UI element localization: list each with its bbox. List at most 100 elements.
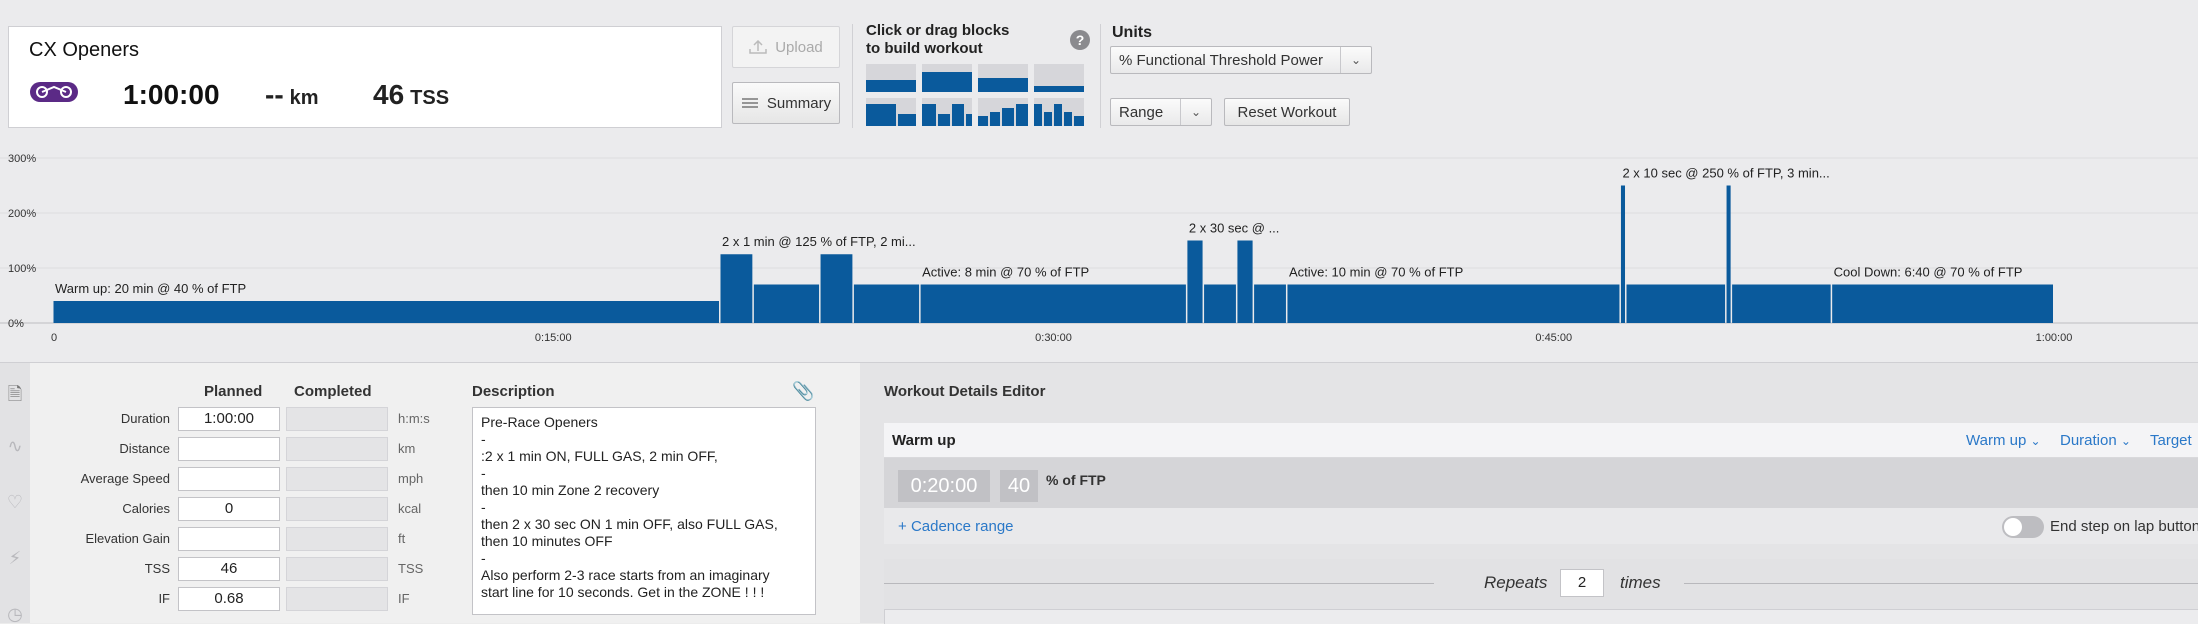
- y-tick-label: 0%: [8, 318, 24, 330]
- block-steady[interactable]: [866, 64, 916, 92]
- planned-field[interactable]: [178, 527, 280, 551]
- document-icon[interactable]: 🗎: [6, 385, 24, 403]
- workout-tss: 46 TSS: [373, 79, 449, 111]
- paperclip-icon[interactable]: 📎: [792, 381, 814, 402]
- graph-icon[interactable]: ∿: [6, 437, 24, 455]
- planned-field[interactable]: [178, 467, 280, 491]
- workout-segment-bar[interactable]: [820, 254, 853, 323]
- distance-unit: km: [289, 87, 319, 109]
- units-select-value: % Functional Threshold Power: [1119, 51, 1323, 69]
- help-icon[interactable]: ?: [1070, 30, 1090, 50]
- block-interval-5[interactable]: [1034, 98, 1084, 126]
- completed-field[interactable]: [286, 497, 388, 521]
- step-length-dropdown[interactable]: Duration ⌄: [2060, 432, 2131, 449]
- divider: [884, 583, 1434, 584]
- workout-segment-bar[interactable]: [1237, 240, 1253, 324]
- editor-title: Workout Details Editor: [884, 383, 1046, 400]
- cadence-range-link[interactable]: + Cadence range: [898, 518, 1014, 535]
- tss-unit: TSS: [410, 87, 450, 109]
- step-type-dropdown[interactable]: Warm up ⌄: [1966, 432, 2041, 449]
- block-rest[interactable]: [1034, 64, 1084, 92]
- completed-field[interactable]: [286, 407, 388, 431]
- divider: [1100, 24, 1101, 128]
- workout-segment-bar[interactable]: [1254, 284, 1286, 324]
- workout-distance: -- km: [265, 79, 319, 111]
- repeats-input[interactable]: 2: [1560, 569, 1604, 597]
- summary-button[interactable]: Summary: [732, 82, 840, 124]
- times-label: times: [1620, 573, 1661, 592]
- block-interval-3[interactable]: [922, 98, 972, 126]
- step-duration-input[interactable]: 0:20:00: [898, 470, 990, 502]
- chevron-down-icon: ⌄: [1180, 99, 1211, 125]
- completed-field[interactable]: [286, 437, 388, 461]
- y-tick-label: 200%: [8, 208, 36, 220]
- step-body: 0:20:00 40 % of FTP: [884, 458, 2198, 508]
- end-step-toggle[interactable]: [2002, 516, 2044, 538]
- planned-field[interactable]: 0.68: [178, 587, 280, 611]
- toggle-knob: [2004, 518, 2022, 536]
- description-header: Description: [472, 383, 555, 400]
- workout-details-editor: Workout Details Editor Warm up Warm up ⌄…: [860, 362, 2198, 624]
- blocks-title: Click or drag blocks to build workout: [866, 22, 1009, 58]
- workout-chart[interactable]: 0% 100% 200% 300% 0 0:15:00 0:30:00 0:45:00 1:00…: [0, 150, 2198, 350]
- summary-label: Summary: [766, 94, 832, 112]
- workout-segment-bar[interactable]: [720, 254, 753, 323]
- workout-segment-bar[interactable]: [1732, 284, 1831, 324]
- completed-field[interactable]: [286, 527, 388, 551]
- workout-segment-bar[interactable]: [1204, 284, 1236, 324]
- clock-icon[interactable]: ◷: [6, 605, 24, 623]
- workout-summary-card: CX Openers 1:00:00 -- km 46 TSS: [8, 26, 722, 128]
- description-line: -: [481, 550, 486, 566]
- range-select[interactable]: Range ⌄: [1110, 98, 1212, 126]
- completed-field[interactable]: [286, 557, 388, 581]
- row-label: Duration: [120, 411, 170, 426]
- workout-segment-bar[interactable]: [53, 301, 720, 323]
- y-tick-label: 300%: [8, 153, 36, 165]
- step-intensity-input[interactable]: 40: [1000, 470, 1038, 502]
- upload-button[interactable]: Upload: [732, 26, 840, 68]
- workout-duration: 1:00:00: [123, 79, 220, 110]
- step-header: Warm up Warm up ⌄ Duration ⌄ Target: [884, 423, 2198, 458]
- workout-segment-bar[interactable]: [753, 284, 820, 324]
- planned-header: Planned: [204, 383, 263, 400]
- block-ramp[interactable]: [978, 98, 1028, 126]
- segment-annotation: Active: 8 min @ 70 % of FTP: [922, 264, 1089, 279]
- workout-segment-bar[interactable]: [1626, 284, 1726, 324]
- planned-field[interactable]: 46: [178, 557, 280, 581]
- planned-field[interactable]: 1:00:00: [178, 407, 280, 431]
- description-line: -: [481, 465, 486, 481]
- segment-annotation: 2 x 10 sec @ 250 % of FTP, 3 min...: [1622, 165, 1829, 180]
- units-select[interactable]: % Functional Threshold Power ⌄: [1110, 46, 1372, 74]
- top-bar: CX Openers 1:00:00 -- km 46 TSS Upload Sum…: [0, 0, 2198, 362]
- workout-segment-bar[interactable]: [1726, 185, 1731, 324]
- description-textarea[interactable]: Pre-Race Openers -:2 x 1 min ON, FULL GAS…: [472, 407, 816, 615]
- row-label: Average Speed: [80, 471, 170, 486]
- workout-title[interactable]: CX Openers: [29, 39, 139, 62]
- reset-workout-button[interactable]: Reset Workout: [1224, 98, 1350, 126]
- row-unit: ft: [398, 531, 406, 546]
- completed-field[interactable]: [286, 467, 388, 491]
- lightning-icon[interactable]: ⚡: [6, 549, 24, 567]
- x-tick-label: 0: [51, 332, 57, 344]
- distance-value: --: [265, 79, 284, 110]
- heart-icon[interactable]: ♡: [6, 493, 24, 511]
- workout-segment-bar[interactable]: [920, 284, 1186, 324]
- workout-segment-bar[interactable]: [853, 284, 920, 324]
- workout-chart-svg[interactable]: 0% 100% 200% 300% 0 0:15:00 0:30:00 0:45:00 1:00…: [0, 150, 2198, 350]
- completed-field[interactable]: [286, 587, 388, 611]
- planned-field[interactable]: 0: [178, 497, 280, 521]
- workout-segment-bar[interactable]: [1287, 284, 1620, 324]
- block-interval-2[interactable]: [866, 98, 916, 126]
- workout-segment-bar[interactable]: [1832, 284, 2053, 324]
- block-warmup[interactable]: [922, 64, 972, 92]
- block-cooldown[interactable]: [978, 64, 1028, 92]
- description-line: Also perform 2-3 race starts from an ima…: [481, 567, 770, 583]
- step-type-label: Warm up: [1966, 432, 2027, 449]
- workout-segment-bar[interactable]: [1187, 240, 1203, 324]
- workout-segment-bar[interactable]: [1620, 185, 1626, 324]
- planned-field[interactable]: [178, 437, 280, 461]
- target-dropdown[interactable]: Target: [2150, 432, 2192, 449]
- description-line: Pre-Race Openers: [481, 414, 598, 430]
- step-length-label: Duration: [2060, 432, 2117, 449]
- repeats-area: Repeats 2 times: [884, 559, 2198, 624]
